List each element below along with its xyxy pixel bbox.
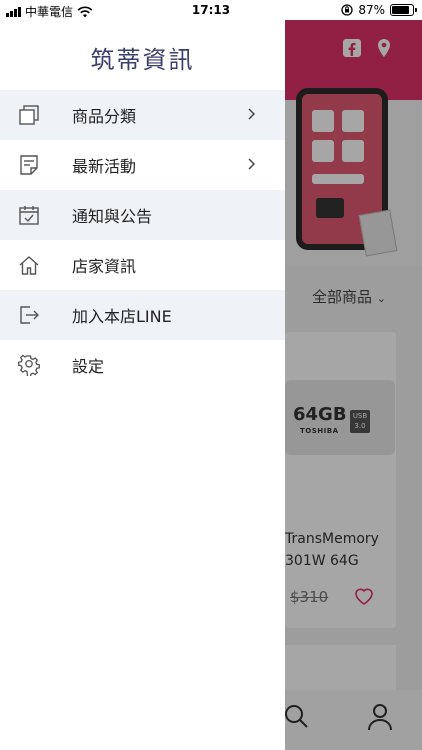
chevron-right-icon	[248, 108, 256, 120]
menu-item-label: 店家資訊	[72, 257, 137, 276]
square-stack-icon	[19, 105, 39, 125]
drawer-menu: 商品分類 最新活動 通知與公告 店家資訊 加入本店LINE 設定	[0, 90, 285, 390]
menu-item-latest-events[interactable]: 最新活動	[0, 140, 285, 190]
menu-item-label: 設定	[72, 357, 105, 376]
store-title: 筑蒂資訊	[90, 46, 195, 74]
menu-item-label: 商品分類	[72, 107, 137, 126]
battery-percent: 87%	[358, 3, 385, 17]
home-icon	[19, 256, 39, 275]
menu-item-label: 加入本店LINE	[72, 307, 172, 326]
menu-item-label: 通知與公告	[72, 207, 153, 226]
chevron-right-icon	[248, 158, 256, 170]
menu-item-label: 最新活動	[72, 157, 137, 176]
note-icon	[20, 155, 38, 175]
menu-item-product-categories[interactable]: 商品分類	[0, 90, 285, 140]
menu-item-join-line[interactable]: 加入本店LINE	[0, 290, 285, 340]
side-drawer: 筑蒂資訊 商品分類 最新活動 通知與公告 店家資訊 加入本店LINE 設定	[0, 20, 285, 750]
menu-item-notices[interactable]: 通知與公告	[0, 190, 285, 240]
battery-icon	[390, 4, 417, 16]
menu-item-store-info[interactable]: 店家資訊	[0, 240, 285, 290]
exit-arrow-icon	[20, 306, 39, 324]
menu-item-settings[interactable]: 設定	[0, 340, 285, 390]
calendar-check-icon	[19, 206, 39, 225]
gear-icon	[18, 354, 40, 376]
status-bar: 中華電信 17:13 87%	[0, 0, 422, 20]
rotation-lock-icon	[341, 4, 353, 16]
